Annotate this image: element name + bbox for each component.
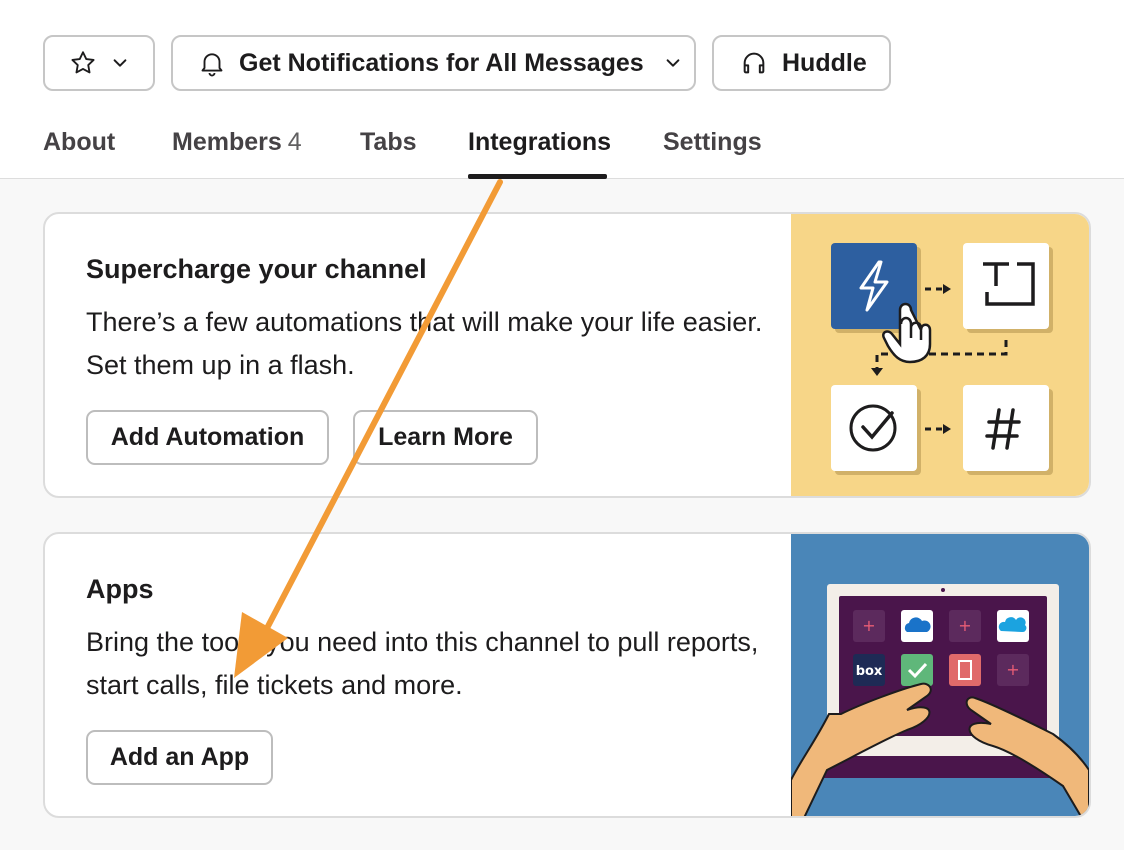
add-app-button[interactable]: Add an App [86, 730, 273, 785]
headphones-icon [743, 52, 765, 74]
tab-settings[interactable]: Settings [663, 128, 762, 157]
huddle-label: Huddle [782, 48, 867, 77]
chevron-down-icon [666, 59, 680, 67]
channel-header: py Get Notifications for All Messages Hu… [0, 0, 1124, 179]
active-tab-indicator [468, 174, 607, 179]
star-channel-button[interactable] [43, 35, 155, 91]
notifications-button[interactable]: Get Notifications for All Messages [171, 35, 696, 91]
tab-tabs[interactable]: Tabs [360, 128, 417, 157]
apps-card-title: Apps [86, 574, 154, 604]
members-count: 4 [287, 128, 302, 156]
automation-card-description: There’s a few automations that will make… [86, 307, 763, 380]
tab-about[interactable]: About [43, 128, 115, 157]
chevron-down-icon [113, 59, 127, 67]
automation-card-title: Supercharge your channel [86, 254, 427, 284]
apps-card-description: Bring the tools you need into this chann… [86, 627, 759, 700]
add-automation-button[interactable]: Add Automation [86, 410, 329, 465]
svg-text:+: + [1006, 660, 1019, 679]
apps-illustration: + + box + [790, 534, 1089, 816]
star-icon [71, 51, 95, 74]
learn-more-button[interactable]: Learn More [353, 410, 538, 465]
automation-card: Supercharge your channel There’s a few a… [43, 212, 1091, 498]
tab-integrations[interactable]: Integrations [468, 128, 611, 157]
tab-members[interactable]: Members 4 [172, 128, 302, 157]
automation-illustration [791, 214, 1089, 496]
svg-text:+: + [958, 616, 971, 635]
bell-icon [201, 53, 223, 77]
notifications-label: Get Notifications for All Messages [239, 48, 644, 77]
svg-text:box: box [856, 664, 883, 679]
huddle-button[interactable]: Huddle [712, 35, 891, 91]
svg-text:+: + [862, 616, 875, 635]
channel-title-fragment: py [430, 0, 600, 6]
apps-card: Apps Bring the tools you need into this … [43, 532, 1091, 818]
